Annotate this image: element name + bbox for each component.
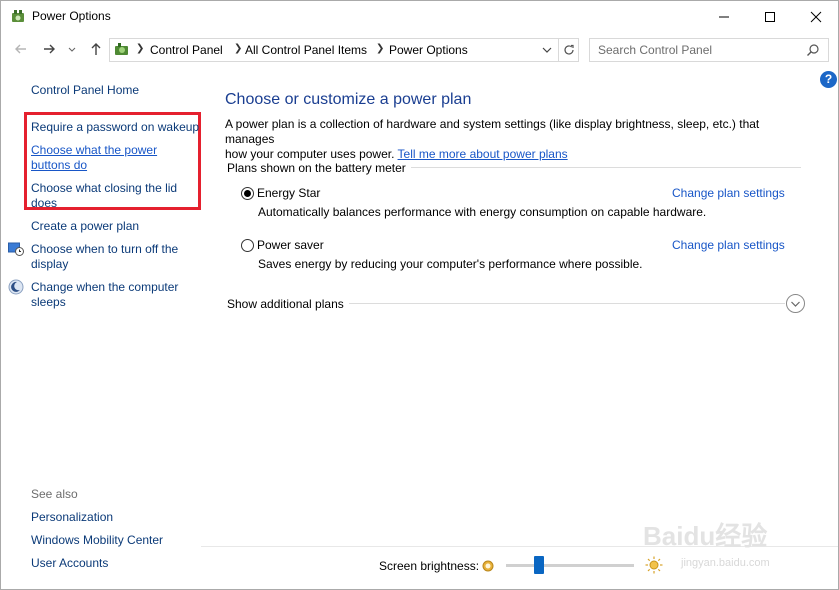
create-power-plan-link[interactable]: Create a power plan (31, 219, 139, 234)
mobility-center-link[interactable]: Windows Mobility Center (31, 533, 163, 548)
computer-sleeps-link-line2[interactable]: sleeps (31, 295, 66, 310)
breadcrumb-separator-icon: ❯ (234, 43, 243, 54)
additional-plans-divider (349, 303, 785, 304)
maximize-button[interactable] (747, 1, 793, 32)
power-saver-plan-description: Saves energy by reducing your computer's… (258, 257, 643, 271)
power-saver-plan-name[interactable]: Power saver (257, 238, 324, 252)
page-description: A power plan is a collection of hardware… (225, 117, 810, 162)
description-text-line2: how your computer uses power. (225, 147, 395, 161)
power-saver-radio[interactable] (241, 239, 254, 252)
search-input[interactable]: Search Control Panel (589, 38, 829, 62)
close-button[interactable] (793, 1, 838, 32)
search-placeholder: Search Control Panel (598, 43, 713, 57)
watermark-url: jingyan.baidu.com (681, 557, 770, 569)
breadcrumb-separator-icon: ❯ (376, 43, 385, 54)
section-divider (411, 167, 801, 168)
energy-star-plan-description: Automatically balances performance with … (258, 205, 707, 219)
up-arrow-icon[interactable] (88, 41, 104, 57)
page-title: Choose or customize a power plan (225, 91, 472, 108)
expand-chevron-icon[interactable] (786, 294, 805, 313)
help-icon[interactable]: ? (820, 71, 837, 88)
moon-sleep-icon (8, 279, 24, 295)
computer-sleeps-link-line1[interactable]: Change when the computer (31, 280, 178, 295)
power-saver-change-settings-link[interactable]: Change plan settings (672, 238, 785, 252)
breadcrumb-separator-icon: ❯ (136, 43, 145, 54)
breadcrumb-control-panel[interactable]: Control Panel (150, 43, 223, 57)
window-title: Power Options (32, 9, 111, 23)
breadcrumb-all-items[interactable]: All Control Panel Items (245, 43, 367, 57)
breadcrumb-power-options[interactable]: Power Options (389, 43, 468, 57)
title-bar: Power Options (1, 1, 838, 32)
power-options-icon (10, 8, 26, 24)
dim-sun-icon (481, 559, 495, 573)
turn-off-display-link-line1[interactable]: Choose when to turn off the (31, 242, 178, 257)
energy-star-change-settings-link[interactable]: Change plan settings (672, 186, 785, 200)
closing-lid-link-line2[interactable]: does (31, 196, 57, 211)
energy-star-radio[interactable] (241, 187, 254, 200)
personalization-link[interactable]: Personalization (31, 510, 113, 525)
power-options-window: Power Options ❯ Control Panel ❯ All Cont… (0, 0, 839, 590)
control-panel-icon (114, 41, 130, 57)
recent-locations-chevron-icon[interactable] (67, 41, 77, 57)
user-accounts-link[interactable]: User Accounts (31, 556, 108, 571)
address-dropdown-chevron-icon[interactable] (540, 42, 554, 58)
forward-arrow-icon[interactable] (41, 41, 57, 57)
power-buttons-link-line2[interactable]: buttons do (31, 158, 87, 173)
brightness-slider-track[interactable] (506, 564, 634, 567)
turn-off-display-link-line2[interactable]: display (31, 257, 68, 272)
description-text-line1: A power plan is a collection of hardware… (225, 117, 760, 146)
brightness-label: Screen brightness: (379, 559, 480, 573)
task-pane: Control Panel Home Require a password on… (1, 65, 206, 589)
monitor-clock-icon (8, 241, 24, 257)
minimize-button[interactable] (701, 1, 747, 32)
plans-section-title: Plans shown on the battery meter (227, 161, 406, 175)
brightness-slider-thumb[interactable] (534, 556, 545, 574)
show-additional-plans-label[interactable]: Show additional plans (227, 297, 344, 311)
refresh-button[interactable] (558, 39, 579, 61)
energy-star-plan-name[interactable]: Energy Star (257, 186, 320, 200)
back-arrow-icon[interactable] (13, 41, 29, 57)
watermark-logo: Baidu经验 (643, 521, 768, 551)
navigation-bar: ❯ Control Panel ❯ All Control Panel Item… (1, 35, 838, 65)
learn-more-link[interactable]: Tell me more about power plans (398, 147, 568, 161)
closing-lid-link-line1[interactable]: Choose what closing the lid (31, 181, 177, 196)
bright-sun-icon (645, 556, 663, 574)
address-bar[interactable]: ❯ Control Panel ❯ All Control Panel Item… (109, 38, 579, 62)
power-buttons-link-line1[interactable]: Choose what the power (31, 143, 157, 158)
search-icon[interactable] (806, 43, 820, 57)
control-panel-home-link[interactable]: Control Panel Home (31, 83, 139, 98)
require-password-link[interactable]: Require a password on wakeup (31, 120, 199, 135)
see-also-heading: See also (31, 487, 78, 501)
